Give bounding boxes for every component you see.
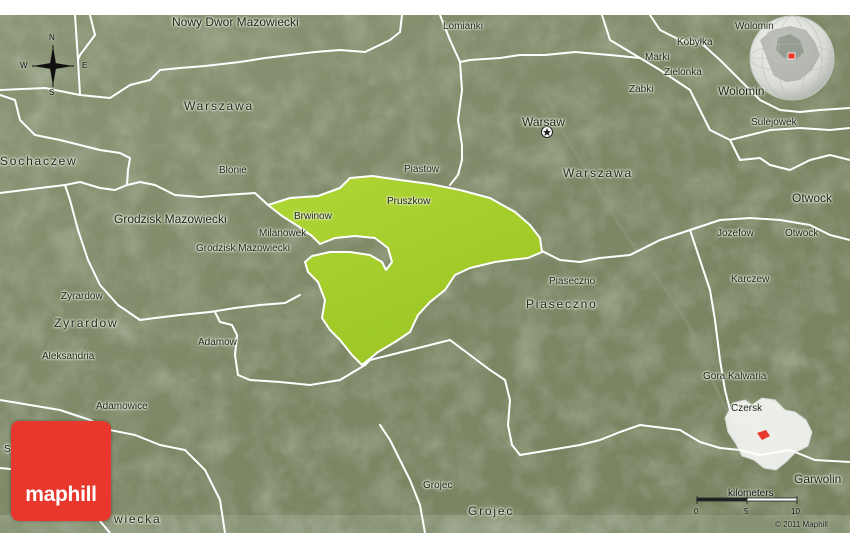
place-label-brwinow[interactable]: Brwinow bbox=[294, 212, 332, 222]
maphill-logo[interactable]: maphill bbox=[11, 421, 111, 521]
scale-tick-5: 5 bbox=[744, 507, 749, 516]
compass-west-label: W bbox=[20, 61, 28, 70]
place-label-wolomin[interactable]: Wolomin bbox=[718, 85, 764, 97]
place-label-garwolin[interactable]: Garwolin bbox=[794, 473, 841, 485]
place-label-pruszkow[interactable]: Pruszkow bbox=[387, 197, 430, 207]
top-margin bbox=[0, 0, 850, 15]
place-label-bialobrzegi-partial[interactable]: wiecka bbox=[114, 513, 161, 525]
scale-label: kilometers bbox=[728, 488, 774, 499]
place-label-warszawa-west[interactable]: Warszawa bbox=[184, 100, 254, 112]
compass-east-label: E bbox=[82, 61, 88, 70]
place-label-warsaw[interactable]: Warsaw bbox=[522, 116, 565, 128]
place-label-piaseczno-town[interactable]: Piaseczno bbox=[549, 277, 595, 287]
compass-north-label: N bbox=[49, 33, 55, 42]
place-label-grodzisk-town[interactable]: Grodzisk Mazowiecki bbox=[196, 244, 290, 254]
compass-south-label: S bbox=[49, 88, 55, 97]
place-label-adamowice[interactable]: Adamowice bbox=[96, 402, 148, 412]
place-label-aleksandria[interactable]: Aleksandria bbox=[42, 352, 94, 362]
place-label-wolomin-top[interactable]: Wolomin bbox=[735, 22, 774, 32]
place-label-warszawa[interactable]: Warszawa bbox=[563, 167, 633, 179]
map-canvas[interactable]: N S W E Nowy Dwor Mazowiecki Lomianki Ma… bbox=[0, 0, 850, 533]
place-label-piastow[interactable]: Piastow bbox=[404, 165, 439, 175]
place-label-grojec-town[interactable]: Grojec bbox=[423, 481, 452, 491]
place-label-sochaczew[interactable]: Sochaczew bbox=[0, 155, 78, 167]
place-label-sulejowek[interactable]: Sulejowek bbox=[751, 118, 797, 128]
place-label-adamow[interactable]: Adamow bbox=[198, 338, 237, 348]
place-label-otwock[interactable]: Otwock bbox=[785, 229, 818, 239]
place-label-marki[interactable]: Marki bbox=[645, 53, 669, 63]
place-label-lomianki[interactable]: Lomianki bbox=[443, 22, 483, 32]
place-label-grodzisk[interactable]: Grodzisk Mazowiecki bbox=[114, 213, 227, 225]
place-label-edge-s[interactable]: S bbox=[4, 445, 11, 455]
map-graphic bbox=[0, 0, 850, 533]
place-label-zielonka[interactable]: Zielonka bbox=[664, 68, 702, 78]
place-label-kobylka[interactable]: Kobyłka bbox=[677, 38, 713, 48]
place-label-karczew[interactable]: Karczew bbox=[731, 275, 769, 285]
maphill-logo-text: maphill bbox=[25, 483, 97, 506]
scale-tick-0: 0 bbox=[694, 507, 699, 516]
place-label-zyrardow[interactable]: Zyrardow bbox=[54, 317, 118, 329]
place-label-jozefow[interactable]: Jozefow bbox=[717, 229, 754, 239]
place-label-milanowek[interactable]: Milanowek bbox=[259, 229, 306, 239]
place-label-gora-kalwaria[interactable]: Gora Kalwaria bbox=[703, 372, 766, 382]
place-label-zabki[interactable]: Zabki bbox=[629, 85, 653, 95]
place-label-piaseczno[interactable]: Piaseczno bbox=[526, 298, 598, 310]
place-label-czersk[interactable]: Czersk bbox=[731, 404, 762, 414]
place-label-blonie[interactable]: Blonie bbox=[219, 166, 247, 176]
place-label-grojec[interactable]: Grojec bbox=[468, 505, 514, 517]
place-label-otwock-county[interactable]: Otwock bbox=[792, 192, 832, 204]
place-label-zyrardow-town[interactable]: Zyrardow bbox=[61, 292, 103, 302]
copyright: © 2011 Maphill bbox=[775, 520, 828, 529]
scale-tick-10: 10 bbox=[791, 507, 800, 516]
place-label-nowy-dwor[interactable]: Nowy Dwor Mazowiecki bbox=[172, 16, 299, 28]
